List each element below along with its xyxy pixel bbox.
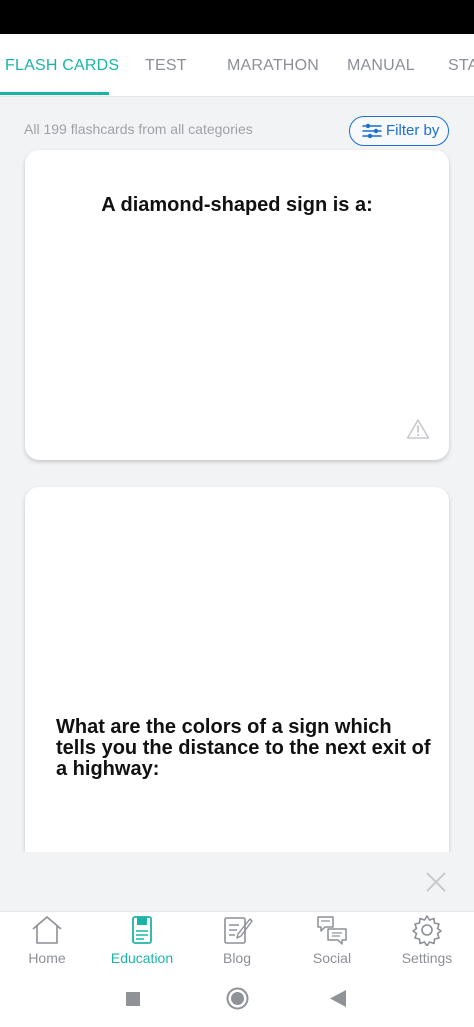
tab-test[interactable]: TEST [145, 34, 187, 96]
tab-flash-cards[interactable]: FLASH CARDS [5, 34, 119, 96]
nav-home[interactable]: Home [0, 912, 94, 971]
tab-statistics[interactable]: STA [448, 34, 474, 96]
flashcard-count-text: All 199 flashcards from all categories [24, 121, 253, 137]
flashcard[interactable]: What are the colors of a sign which tell… [25, 487, 449, 867]
nav-home-label: Home [28, 950, 66, 966]
tab-manual[interactable]: MANUAL [347, 34, 415, 96]
nav-education-label: Education [110, 950, 174, 966]
nav-blog[interactable]: Blog [190, 912, 284, 971]
close-icon[interactable] [425, 871, 447, 893]
active-tab-indicator [0, 92, 109, 95]
tab-bar: FLASH CARDS TEST MARATHON MANUAL STA [0, 34, 474, 97]
social-icon [317, 916, 347, 945]
home-icon [32, 916, 62, 944]
flashcard[interactable]: A diamond-shaped sign is a: [25, 150, 449, 460]
flashcard-question: A diamond-shaped sign is a: [101, 194, 373, 216]
blog-icon [224, 917, 253, 944]
bottom-navigation: Home Education Blog Social Settings [0, 911, 474, 971]
nav-education[interactable]: Education [95, 912, 189, 971]
filter-button[interactable]: Filter by [349, 116, 449, 146]
flashcard-question: What are the colors of a sign which tell… [56, 716, 431, 780]
education-icon [132, 916, 152, 944]
nav-settings-label: Settings [401, 950, 453, 966]
nav-social-label: Social [312, 950, 352, 966]
tab-marathon[interactable]: MARATHON [227, 34, 319, 96]
filter-button-label: Filter by [386, 122, 440, 139]
warning-icon[interactable] [406, 418, 430, 440]
sliders-icon [362, 123, 382, 139]
settings-icon [412, 915, 442, 946]
nav-social[interactable]: Social [285, 912, 379, 971]
back-icon[interactable] [330, 990, 346, 1007]
status-bar [0, 0, 474, 34]
nav-blog-label: Blog [222, 950, 252, 966]
panel-footer [0, 852, 474, 912]
recents-icon[interactable] [126, 992, 140, 1006]
home-circle-icon[interactable] [226, 987, 249, 1010]
system-navigation-bar [0, 970, 474, 1027]
nav-settings[interactable]: Settings [380, 912, 474, 971]
